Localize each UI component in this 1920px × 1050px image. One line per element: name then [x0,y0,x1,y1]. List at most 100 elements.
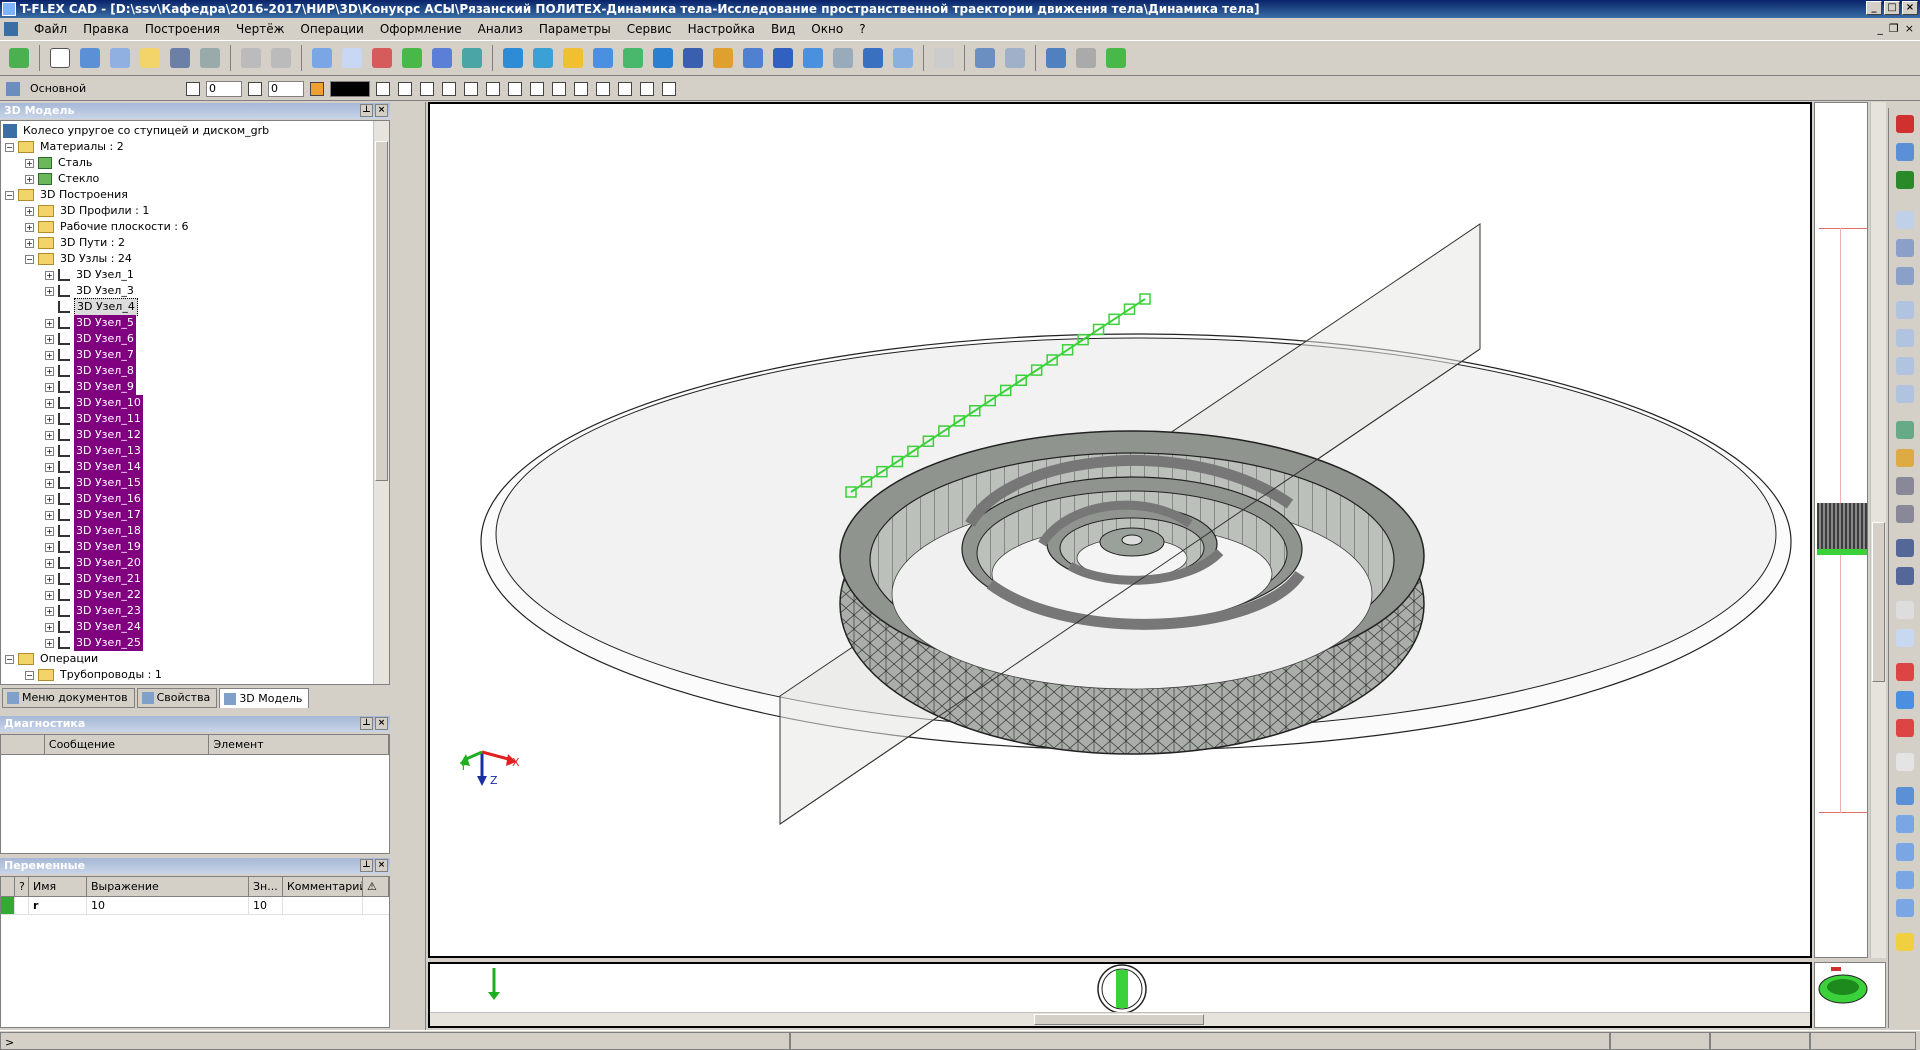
tree-node-item[interactable]: +3D Узел_16 [45,491,143,507]
menu-edit[interactable]: Правка [75,18,137,40]
command-line[interactable]: > [0,1032,790,1050]
tree-root[interactable]: Колесо упругое со ступицей и диском_grb [3,123,271,139]
checkmark-icon[interactable] [6,45,32,71]
tree-node-item[interactable]: +3D Узел_22 [45,587,143,603]
dimension-icon[interactable] [931,45,957,71]
collapse-icon[interactable]: − [5,190,14,200]
rotate-view-icon[interactable] [1893,446,1917,470]
view-right-icon[interactable] [1893,868,1917,892]
viewport-vertical-scrollbar[interactable] [1870,102,1886,958]
pin-icon[interactable]: ⊥ [360,104,373,117]
menu-formatting[interactable]: Оформление [372,18,470,40]
select-filter-icon-8[interactable] [572,80,590,98]
tools-icon[interactable] [1073,45,1099,71]
bottom-view-pane[interactable] [428,962,1812,1028]
expand-icon[interactable]: + [45,318,54,328]
pan-icon[interactable] [1893,418,1917,442]
grid-icon[interactable] [1893,626,1917,650]
check-model-icon[interactable] [1893,660,1917,684]
shaded-icon[interactable] [1893,930,1917,954]
expand-icon[interactable]: + [45,430,54,440]
expand-icon[interactable]: + [45,574,54,584]
zoom-next-icon[interactable] [1893,382,1917,406]
menu-construct[interactable]: Построения [137,18,228,40]
tab-documents-menu[interactable]: Меню документов [2,688,135,708]
expand-icon[interactable]: + [45,526,54,536]
surface-icon[interactable] [830,45,856,71]
tree-pipelines[interactable]: − Трубопроводы : 1 [25,667,164,683]
menu-file[interactable]: Файл [26,18,75,40]
tree-node-item[interactable]: +3D Узел_11 [45,411,143,427]
section-icon[interactable] [860,45,886,71]
tree-planes[interactable]: + Рабочие плоскости : 6 [25,219,190,235]
expand-icon[interactable]: + [45,270,54,280]
expand-icon[interactable]: + [45,446,54,456]
hidden-icon[interactable] [1893,750,1917,774]
link-icon[interactable] [1043,45,1069,71]
tree-node-item[interactable]: +3D Узел_20 [45,555,143,571]
spiral-icon[interactable] [620,45,646,71]
view-top-icon[interactable] [1893,812,1917,836]
pin-icon[interactable]: ⊥ [360,859,373,872]
expand-icon[interactable]: + [45,462,54,472]
tree-node-item[interactable]: +3D Узел_15 [45,475,143,491]
body-icon[interactable] [800,45,826,71]
view-iso-icon[interactable] [1893,896,1917,920]
menu-settings[interactable]: Настройка [680,18,763,40]
column-element[interactable]: Элемент [209,735,389,754]
tree-node-item[interactable]: +3D Узел_8 [45,363,136,379]
tree-node-item[interactable]: +3D Узел_9 [45,379,136,395]
fillet-icon[interactable] [710,45,736,71]
frame-icon[interactable] [1103,45,1129,71]
expand-icon[interactable]: + [45,478,54,488]
tab-3d-model[interactable]: 3D Модель [219,688,310,708]
zoom-fit-icon[interactable] [1893,236,1917,260]
extrude-icon[interactable] [500,45,526,71]
expand-icon[interactable]: + [45,334,54,344]
mirror-icon[interactable] [890,45,916,71]
tree-materials[interactable]: − Материалы : 2 [5,139,126,155]
select-filter-icon-12[interactable] [660,80,678,98]
expand-icon[interactable]: + [45,398,54,408]
undo-icon[interactable] [238,45,264,71]
calculator-icon[interactable] [1002,45,1028,71]
tree-nodes[interactable]: −3D Узлы : 24 [25,251,134,267]
tree-node-item[interactable]: +3D Узел_23 [45,603,143,619]
tree-node-item[interactable]: +3D Узел_18 [45,523,143,539]
node-icon[interactable] [369,45,395,71]
bottom-horizontal-scrollbar[interactable] [430,1012,1810,1026]
new-icon[interactable] [47,45,73,71]
collapse-icon[interactable]: − [5,142,14,152]
filter-icon[interactable] [396,80,414,98]
select-filter-icon-11[interactable] [638,80,656,98]
variable-expression[interactable]: 10 [87,897,249,914]
menu-window[interactable]: Окно [803,18,851,40]
expand-icon[interactable]: + [25,222,34,232]
chamfer-icon[interactable] [740,45,766,71]
zoom-previous-icon[interactable] [1893,354,1917,378]
tree-material-glass[interactable]: + Стекло [25,171,101,187]
boolean-icon[interactable] [650,45,676,71]
tree-material-steel[interactable]: + Сталь [25,155,94,171]
mdi-close-button[interactable]: × [1905,22,1914,35]
tree-node-item[interactable]: +3D Узел_1 [45,267,136,283]
minimap[interactable] [1814,962,1886,1028]
close-button[interactable]: × [1902,1,1918,15]
column-message[interactable]: Сообщение [45,735,210,754]
collapse-icon[interactable]: − [25,670,34,680]
tree-node-item[interactable]: +3D Узел_3 [45,283,136,299]
print-icon[interactable] [197,45,223,71]
sketch-icon[interactable] [309,45,335,71]
expand-icon[interactable]: + [45,606,54,616]
close-icon[interactable]: × [375,104,388,117]
variable-row[interactable]: r 10 10 [1,897,389,915]
expand-icon[interactable]: + [25,158,34,168]
menu-drawing[interactable]: Чертёж [228,18,292,40]
view-left-icon[interactable] [1893,840,1917,864]
tree-node-item[interactable]: +3D Узел_5 [45,315,136,331]
tree-profiles[interactable]: +3D Профили : 1 [25,203,151,219]
redo-icon[interactable] [268,45,294,71]
select-filter-icon-2[interactable] [440,80,458,98]
tree-node-item[interactable]: +3D Узел_19 [45,539,143,555]
expand-icon[interactable]: + [45,510,54,520]
